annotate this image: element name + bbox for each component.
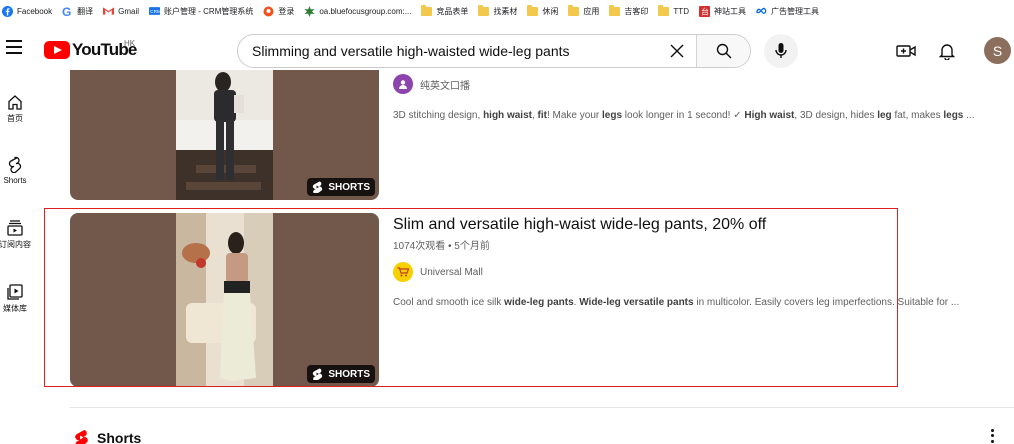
- youtube-play-icon: [44, 41, 70, 59]
- guide-item-shorts[interactable]: Shorts: [0, 156, 30, 185]
- home-icon: [8, 95, 22, 110]
- bookmark-login[interactable]: 登录: [263, 6, 294, 17]
- login-icon: [263, 6, 274, 17]
- description-keyword: fit: [537, 110, 547, 121]
- voice-search-button[interactable]: [764, 34, 798, 68]
- description-text: ...: [963, 110, 975, 121]
- bookmark-facebook[interactable]: Facebook: [2, 5, 52, 17]
- video-thumbnail[interactable]: SHORTS: [70, 70, 379, 200]
- oa-icon: [304, 5, 315, 17]
- svg-text:台: 台: [701, 6, 709, 16]
- tool-icon: 台: [698, 5, 710, 17]
- bookmark-folder-competitors[interactable]: 竞品表单: [421, 4, 468, 17]
- svg-text:G: G: [62, 6, 71, 17]
- more-options-icon[interactable]: [986, 428, 998, 444]
- description-text: ! Make your: [546, 110, 603, 121]
- video-description: 3D stitching design, high waist, fit! Ma…: [393, 110, 983, 121]
- google-icon: G: [62, 6, 73, 17]
- account-avatar[interactable]: S: [984, 37, 1011, 64]
- search-box: [237, 34, 751, 68]
- bookmark-folder-ttd[interactable]: TTD: [658, 4, 689, 17]
- description-keyword: legs: [602, 110, 623, 121]
- description-text: 3D stitching design,: [393, 110, 484, 121]
- description-keyword: High waist: [744, 110, 795, 121]
- guide-item-home[interactable]: 首页: [0, 94, 30, 124]
- region-code: HK: [124, 39, 136, 48]
- description-text: , 3D design, hides: [794, 110, 878, 121]
- folder-icon: [609, 4, 621, 17]
- youtube-logo[interactable]: YouTube: [44, 40, 137, 60]
- gmail-icon: [103, 6, 115, 17]
- highlight-box: [44, 208, 898, 387]
- bookmark-translate[interactable]: G 翻译: [62, 6, 93, 17]
- folder-icon: [527, 4, 539, 17]
- menu-icon[interactable]: [6, 40, 22, 54]
- channel-link[interactable]: 纯英文口播: [393, 74, 470, 94]
- bookmark-folder-apps[interactable]: 应用: [568, 4, 599, 17]
- meta-icon: [756, 6, 767, 17]
- shorts-badge: SHORTS: [307, 178, 375, 196]
- search-button[interactable]: [696, 35, 750, 67]
- bookmark-folder-casual[interactable]: 休闲: [527, 4, 558, 17]
- library-icon: [7, 284, 23, 300]
- svg-text:CRM: CRM: [150, 9, 160, 14]
- microphone-icon: [775, 43, 787, 58]
- notifications-bell-icon[interactable]: [936, 40, 958, 62]
- description-text: look longer in 1 second! ✓: [622, 110, 745, 121]
- bookmark-folder-materials[interactable]: 找素材: [478, 4, 517, 17]
- clear-search-icon[interactable]: [662, 36, 692, 66]
- channel-avatar: [393, 74, 413, 94]
- description-keyword: legs: [943, 110, 964, 121]
- crm-icon: CRM: [149, 6, 161, 17]
- search-input[interactable]: [238, 35, 662, 67]
- bookmark-tools[interactable]: 台 神站工具: [698, 5, 746, 17]
- bookmark-ads-manager[interactable]: 广告管理工具: [756, 6, 819, 17]
- thumbnail-image: [176, 70, 273, 200]
- shorts-shelf-title: Shorts: [97, 429, 142, 444]
- section-divider: [70, 407, 1014, 408]
- shorts-logo-icon: [75, 430, 88, 444]
- facebook-icon: [2, 5, 13, 17]
- description-keyword: leg: [877, 110, 892, 121]
- bookmark-folder-jikeyin[interactable]: 吉客印: [609, 4, 648, 17]
- folder-icon: [568, 4, 580, 17]
- bookmark-oa[interactable]: oa.bluefocusgroup.com:...: [304, 5, 411, 17]
- create-video-icon[interactable]: [895, 40, 917, 62]
- bookmark-crm[interactable]: CRM 账户管理 - CRM管理系统: [149, 6, 253, 17]
- shorts-icon: [313, 181, 323, 193]
- search-icon: [716, 43, 731, 59]
- description-text: fat, makes: [891, 110, 944, 121]
- folder-icon: [478, 4, 490, 17]
- guide-item-subscriptions[interactable]: 订阅内容: [0, 220, 31, 250]
- folder-icon: [421, 4, 433, 17]
- bookmarks-bar: Facebook G 翻译 Gmail CRM 账户管理 - CRM管理系统 登…: [0, 0, 1014, 22]
- description-keyword: high waist: [483, 110, 532, 121]
- shorts-icon: [8, 156, 22, 173]
- guide-item-library[interactable]: 媒体库: [0, 284, 30, 314]
- shorts-shelf-header: Shorts: [74, 429, 141, 444]
- bookmark-gmail[interactable]: Gmail: [103, 6, 139, 17]
- folder-icon: [658, 4, 670, 17]
- subscriptions-icon: [7, 220, 23, 236]
